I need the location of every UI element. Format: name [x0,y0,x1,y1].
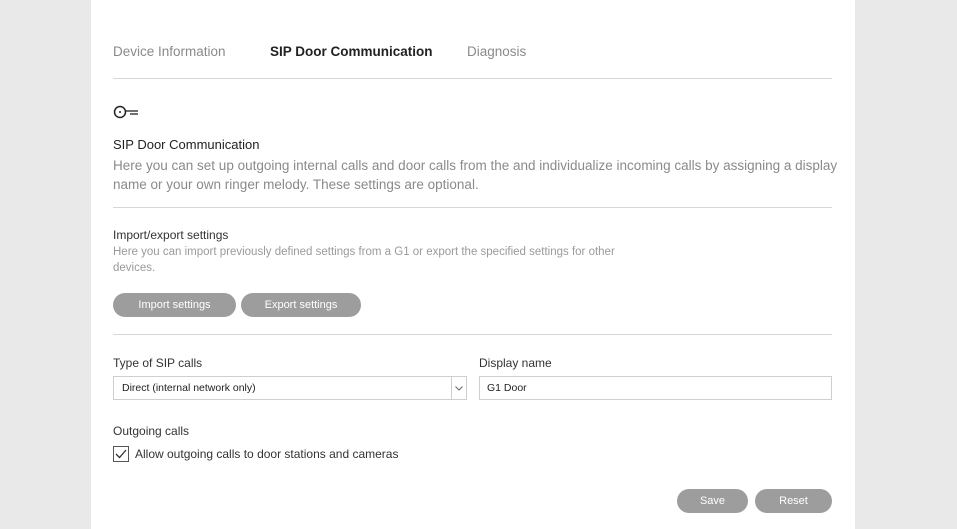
sip-calls-selected-value: Direct (internal network only) [122,382,256,394]
section-description: Here you can set up outgoing internal ca… [113,158,838,192]
outgoing-calls-label: Outgoing calls [113,424,190,438]
divider [113,207,832,208]
tab-diagnosis[interactable]: Diagnosis [467,44,526,59]
key-icon [113,105,138,119]
export-settings-button[interactable]: Export settings [241,293,361,317]
import-settings-button[interactable]: Import settings [113,293,236,317]
section-title: SIP Door Communication [113,137,260,152]
import-export-description: Here you can import previously defined s… [113,246,615,274]
reset-button[interactable]: Reset [755,489,832,513]
checkmark-icon [115,449,127,459]
tab-device-information[interactable]: Device Information [113,44,226,59]
divider [113,334,832,335]
display-name-label: Display name [479,356,552,370]
save-button[interactable]: Save [677,489,748,513]
display-name-input[interactable]: G1 Door [479,376,832,400]
import-export-title: Import/export settings [113,228,229,242]
settings-panel: Device Information SIP Door Communicatio… [91,0,855,529]
sip-calls-label: Type of SIP calls [113,356,203,370]
display-name-value: G1 Door [487,382,527,394]
tab-bar: Device Information SIP Door Communicatio… [113,44,832,79]
allow-outgoing-label[interactable]: Allow outgoing calls to door stations an… [135,447,398,461]
sip-calls-select[interactable]: Direct (internal network only) [113,376,467,400]
chevron-down-icon [451,377,466,399]
tab-sip-door-communication[interactable]: SIP Door Communication [270,44,433,59]
allow-outgoing-checkbox[interactable] [113,446,129,462]
